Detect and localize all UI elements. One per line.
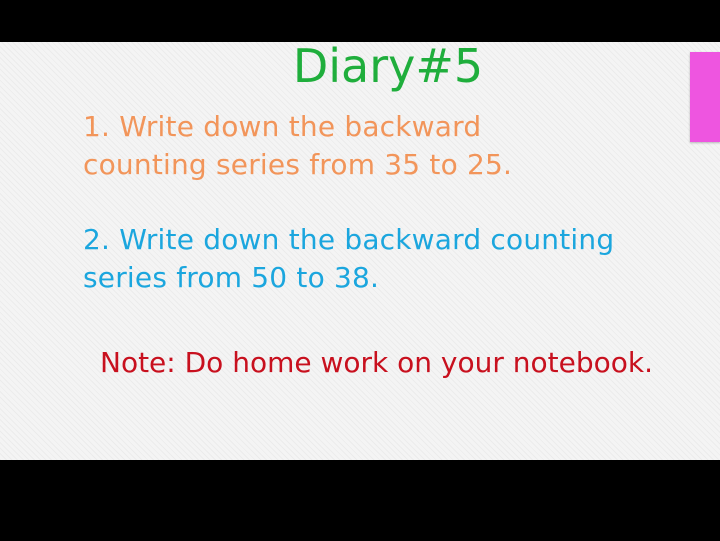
task-item-1: 1. Write down the backward counting seri… — [83, 108, 512, 184]
task-item-2-line-2: series from 50 to 38. — [83, 261, 380, 294]
task-item-2-line-1: 2. Write down the backward counting — [83, 223, 615, 256]
slide-title: Diary#5 — [292, 42, 484, 93]
bottom-letterbox — [0, 460, 720, 541]
homework-note: Note: Do home work on your notebook. — [100, 346, 654, 379]
top-letterbox — [0, 0, 720, 42]
task-item-2: 2. Write down the backward counting seri… — [83, 221, 614, 297]
slide-canvas: Diary#5 1. Write down the backward count… — [0, 42, 720, 460]
task-item-1-line-1: 1. Write down the backward — [83, 110, 482, 143]
task-item-1-line-2: counting series from 35 to 25. — [83, 148, 513, 181]
